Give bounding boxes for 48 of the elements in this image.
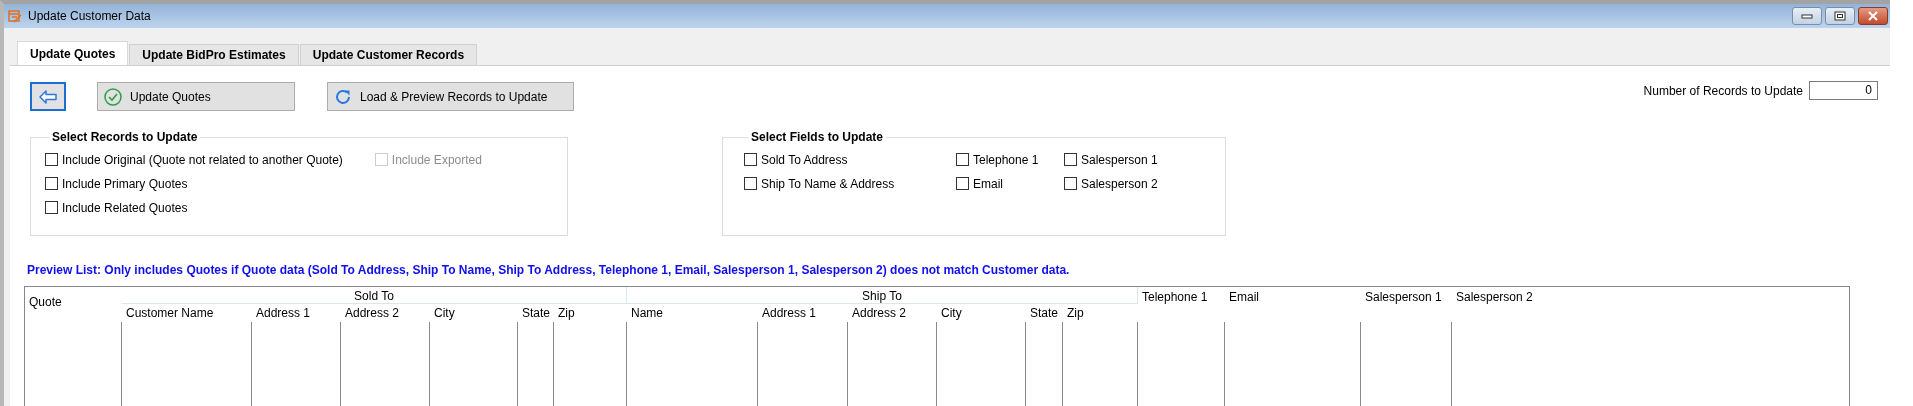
column-header[interactable]: City xyxy=(430,304,518,322)
record-count-field[interactable]: 0 xyxy=(1809,81,1878,100)
close-icon xyxy=(1867,11,1879,21)
column-header[interactable]: Email xyxy=(1225,287,1361,322)
column-header[interactable]: Salesperson 2 xyxy=(1452,287,1849,322)
field-label: Number of Records to Update xyxy=(1643,83,1803,98)
check-circle-icon xyxy=(104,87,122,106)
tab[interactable]: Update Customer Records xyxy=(299,44,478,65)
tab[interactable]: Update BidPro Estimates xyxy=(129,44,299,65)
back-arrow-icon xyxy=(39,89,57,104)
back-button[interactable] xyxy=(30,82,66,111)
checkbox[interactable]: Email xyxy=(956,176,1034,191)
refresh-icon xyxy=(334,87,352,106)
checkbox[interactable]: Include Original (Quote not related to another Quote) xyxy=(45,152,343,167)
group-title: Select Fields to Update xyxy=(750,130,885,144)
update-button[interactable]: Update Quotes xyxy=(97,82,295,111)
checkbox[interactable]: Include Primary Quotes xyxy=(45,176,343,191)
close-button[interactable] xyxy=(1858,7,1888,25)
window-title: Update Customer Data xyxy=(28,9,152,23)
restore-icon xyxy=(1834,11,1846,21)
checkbox[interactable]: Sold To Address xyxy=(744,152,926,167)
column-header[interactable]: Telephone 1 xyxy=(1138,287,1225,322)
column-header[interactable]: City xyxy=(937,304,1026,322)
column-header[interactable]: Address 1 xyxy=(252,304,341,322)
column-header[interactable]: Quote xyxy=(25,287,122,322)
column-header[interactable]: Address 2 xyxy=(848,304,937,322)
maximize-button[interactable] xyxy=(1825,7,1855,25)
refresh-button[interactable]: Load & Preview Records to Update xyxy=(327,82,574,111)
checkbox[interactable]: Include Related Quotes xyxy=(45,200,343,215)
column-header[interactable]: Zip xyxy=(1063,304,1138,322)
tab[interactable]: Update Quotes xyxy=(17,41,129,65)
column-header[interactable]: Address 1 xyxy=(758,304,848,322)
column-header[interactable]: State xyxy=(518,304,554,322)
minimize-icon xyxy=(1801,13,1813,19)
column-group-header: Ship To xyxy=(627,287,1138,304)
column-header[interactable]: Address 2 xyxy=(341,304,430,322)
preview-note: Preview List: Only includes Quotes if Quote data (Sold To Address, Ship To Name, Ship To Address, Telephone 1, Email, Salesperson 1, Salesperson 2) does not match Customer data. xyxy=(27,263,1071,277)
column-header[interactable]: Customer Name xyxy=(122,304,252,322)
column-header[interactable]: Name xyxy=(627,304,758,322)
column-header[interactable]: State xyxy=(1026,304,1063,322)
checkbox[interactable]: Ship To Name & Address xyxy=(744,176,926,191)
column-header[interactable]: Zip xyxy=(554,304,627,322)
checkbox[interactable]: Salesperson 1 xyxy=(1064,152,1158,167)
app-icon xyxy=(8,9,22,23)
group-title: Select Records to Update xyxy=(51,130,199,144)
column-group-header: Sold To xyxy=(122,287,627,304)
checkbox[interactable]: Salesperson 2 xyxy=(1064,176,1158,191)
column-header[interactable]: Salesperson 1 xyxy=(1361,287,1452,322)
